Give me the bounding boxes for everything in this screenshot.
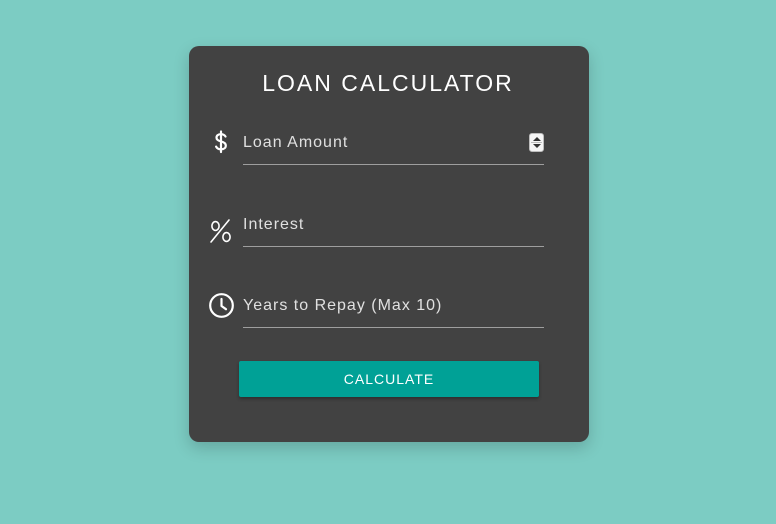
loan-amount-input[interactable] xyxy=(243,122,544,164)
number-spinner[interactable] xyxy=(529,133,544,152)
loan-amount-input-wrap xyxy=(243,122,544,165)
years-field xyxy=(207,285,544,328)
clock-icon xyxy=(207,290,235,320)
dollar-sign-icon xyxy=(207,128,235,158)
spinner-up-icon[interactable] xyxy=(533,137,541,141)
spinner-down-icon[interactable] xyxy=(533,144,541,148)
interest-input[interactable] xyxy=(243,204,544,246)
years-input-wrap xyxy=(243,285,544,328)
interest-input-wrap xyxy=(243,204,544,247)
interest-field xyxy=(207,204,544,247)
loan-amount-field xyxy=(207,122,544,165)
spinner-divider xyxy=(531,142,542,143)
percent-icon xyxy=(207,216,235,246)
years-input[interactable] xyxy=(243,285,544,327)
page-title: LOAN CALCULATOR xyxy=(262,70,514,96)
calculate-button[interactable]: CALCULATE xyxy=(239,361,539,397)
